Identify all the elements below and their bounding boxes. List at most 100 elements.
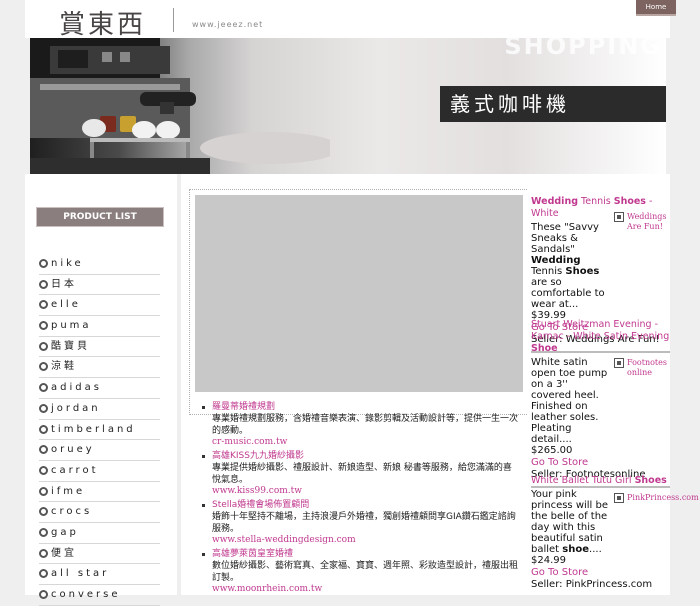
product-sidebar: Wedding Tennis Shoes - White Weddings Ar…: [527, 174, 699, 595]
description-keyword: Wedding: [531, 255, 581, 266]
product-title-text: Stuart Weitzman Evening - Karnac - White…: [531, 319, 670, 342]
sponsored-link-item: 羅曼蒂婚禮規劃 專業婚禮規劃服務，含婚禮音樂表演、錄影剪輯及活動設計等，提供一生…: [198, 402, 518, 448]
merchant-link[interactable]: Footnotes online: [614, 358, 675, 378]
category-item[interactable]: carrot: [39, 461, 160, 482]
bullet-icon: [39, 341, 48, 351]
bullet-icon: [39, 424, 48, 434]
category-label: jordan: [51, 402, 101, 414]
go-to-store-link[interactable]: Go To Store: [531, 567, 670, 579]
description-keyword: Shoes: [565, 266, 600, 277]
banner-title: 義式咖啡機: [440, 86, 666, 122]
site-logo[interactable]: 賞東西: [59, 4, 146, 41]
category-item[interactable]: oruey: [39, 440, 160, 461]
merchant-icon: [614, 212, 624, 222]
link-url[interactable]: www.stella-weddingdesign.com: [212, 535, 518, 546]
description-text: These "Savvy Sneaks & Sandals": [531, 222, 599, 255]
product-title-text: Tennis: [578, 196, 614, 207]
product-title-keyword: Shoes: [613, 196, 646, 207]
product-title-keyword: Wedding: [531, 196, 579, 207]
product-description: White satin open toe pump on a 3'' cover…: [531, 357, 608, 445]
merchant-link[interactable]: Weddings Are Fun!: [614, 212, 675, 232]
link-url[interactable]: www.moonrhein.com.tw: [212, 584, 518, 595]
merchant-name: PinkPrincess.com: [627, 493, 699, 502]
link-title[interactable]: 高雄KISS九九婚紗攝影: [212, 451, 518, 462]
bullet-icon: [39, 548, 48, 558]
category-item[interactable]: jordan: [39, 399, 160, 420]
bullet-icon: [39, 300, 48, 310]
sponsored-link-item: 高雄夢萊茵皇室婚禮 數位婚紗攝影、藝術寫真、全家福、寶寶、週年照、彩妝造型設計，…: [198, 549, 518, 595]
product-card: White Ballet Tutu Girl Shoes PinkPrinces…: [531, 475, 699, 591]
description-text: are so comfortable to wear at...: [531, 277, 605, 310]
category-label: 便宜: [51, 547, 77, 559]
product-price: $24.99: [531, 555, 566, 566]
go-to-store-link[interactable]: Go To Store: [531, 457, 670, 469]
link-url[interactable]: cr-music.com.tw: [212, 437, 518, 448]
product-card: Stuart Weitzman Evening - Karnac - White…: [531, 319, 670, 488]
bullet-icon: [39, 445, 48, 455]
ad-placeholder[interactable]: [195, 195, 523, 392]
product-list-button[interactable]: PRODUCT LIST: [36, 207, 164, 227]
category-label: elle: [51, 299, 81, 311]
product-title[interactable]: Stuart Weitzman Evening - Karnac - White…: [531, 319, 670, 355]
category-item[interactable]: 便宜: [39, 544, 160, 565]
description-text: Tennis: [531, 266, 566, 277]
link-title[interactable]: 羅曼蒂婚禮規劃: [212, 402, 518, 413]
merchant-name: Footnotes online: [627, 358, 667, 377]
product-title-text: White Ballet Tutu Girl: [531, 475, 635, 486]
category-item[interactable]: 酷寶貝: [39, 337, 160, 358]
bullet-icon: [202, 553, 205, 556]
link-description: 數位婚紗攝影、藝術寫真、全家福、寶寶、週年照、彩妝造型設計，禮服出租訂製。: [212, 561, 519, 583]
bullet-icon: [39, 527, 48, 537]
link-title[interactable]: Stella婚禮會場佈置顧問: [212, 500, 518, 511]
category-label: 酷寶貝: [51, 340, 90, 352]
description-text: ....: [589, 544, 602, 555]
link-url[interactable]: www.kiss99.com.tw: [212, 486, 518, 497]
bullet-icon: [39, 321, 48, 331]
category-item[interactable]: 日本: [39, 275, 160, 296]
category-item[interactable]: nike: [39, 254, 160, 275]
category-label: ifme: [51, 485, 86, 497]
product-title[interactable]: White Ballet Tutu Girl Shoes: [531, 475, 670, 487]
product-price: $265.00: [531, 445, 573, 456]
category-label: all star: [51, 568, 110, 580]
product-title-keyword: Shoes: [634, 475, 667, 486]
product-title-keyword: Shoe: [531, 343, 558, 354]
category-item[interactable]: 涼鞋: [39, 357, 160, 379]
category-label: oruey: [51, 444, 95, 456]
main-content: 羅曼蒂婚禮規劃 專業婚禮規劃服務，含婚禮音樂表演、錄影剪輯及活動設計等，提供一生…: [181, 174, 529, 595]
sponsored-link-item: 高雄KISS九九婚紗攝影 專業提供婚紗攝影、禮服設計、新娘造型、新娘 秘書等服務…: [198, 451, 518, 497]
espresso-machine-image: [30, 38, 330, 174]
category-item[interactable]: gap: [39, 523, 160, 544]
category-item[interactable]: elle: [39, 295, 160, 317]
product-description: Your pink princess will be the belle of …: [531, 489, 611, 555]
category-item[interactable]: ifme: [39, 482, 160, 503]
logo-divider: [173, 8, 174, 32]
bullet-icon: [39, 507, 48, 517]
category-item[interactable]: crocs: [39, 502, 160, 523]
category-item[interactable]: adidas: [39, 378, 160, 399]
category-label: 涼鞋: [51, 361, 77, 373]
category-item[interactable]: puma: [39, 316, 160, 337]
link-title[interactable]: 高雄夢萊茵皇室婚禮: [212, 549, 518, 560]
product-description: These "Savvy Sneaks & Sandals" Wedding T…: [531, 222, 611, 310]
left-sidebar: PRODUCT LIST nike 日本 elle puma 酷寶貝 涼鞋 ad…: [25, 174, 177, 606]
category-label: timberland: [51, 423, 136, 435]
category-label: 日本: [51, 278, 77, 290]
category-label: gap: [51, 526, 79, 538]
bullet-icon: [39, 279, 48, 289]
category-item[interactable]: converse: [39, 585, 160, 606]
bullet-icon: [39, 465, 48, 475]
bullet-icon: [39, 383, 48, 393]
link-description: 專業提供婚紗攝影、禮服設計、新娘造型、新娘 秘書等服務，給您滿滿的喜悅氣息。: [212, 463, 512, 485]
home-button[interactable]: Home: [636, 0, 676, 16]
bullet-icon: [202, 406, 205, 409]
category-item[interactable]: timberland: [39, 420, 160, 441]
category-item[interactable]: all star: [39, 564, 160, 585]
category-label: carrot: [51, 464, 99, 476]
description-keyword: shoe: [562, 544, 590, 555]
merchant-link[interactable]: PinkPrincess.com: [614, 493, 699, 503]
category-label: crocs: [51, 506, 93, 518]
site-url: www.jeeez.net: [192, 20, 264, 29]
category-label: nike: [51, 258, 84, 269]
bullet-icon: [39, 259, 48, 268]
